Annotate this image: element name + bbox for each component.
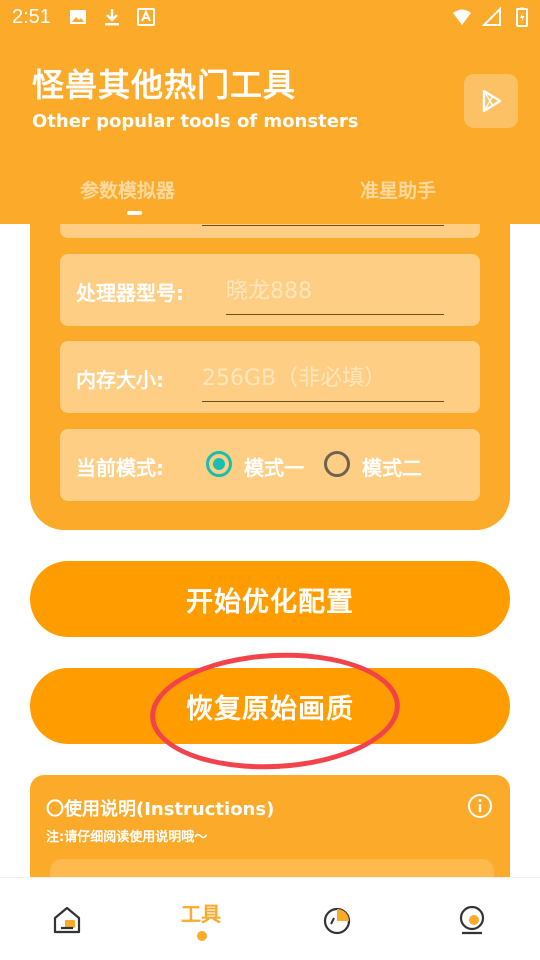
- image-notification-icon: [70, 10, 86, 24]
- bottom-nav: 工具: [0, 877, 540, 960]
- restore-quality-button[interactable]: 恢复原始画质: [30, 668, 510, 744]
- status-time: 2:51: [12, 6, 51, 28]
- mode-one-radio[interactable]: [206, 451, 232, 477]
- nav-active-dot: [197, 931, 207, 941]
- profile-icon[interactable]: [456, 904, 488, 936]
- memory-input[interactable]: 256GB（非必填）: [202, 361, 444, 402]
- field-underline: [202, 225, 444, 226]
- tab-parameter-simulator[interactable]: 参数模拟器: [80, 176, 175, 203]
- status-icons-left: [68, 7, 156, 27]
- tab-indicator: [127, 211, 142, 215]
- memory-field-row: 内存大小: 256GB（非必填）: [60, 341, 480, 413]
- processor-input[interactable]: 晓龙888: [226, 274, 444, 315]
- mode-one-label[interactable]: 模式一: [244, 452, 304, 481]
- signal-icon: [482, 7, 501, 26]
- mode-field-row: 当前模式: 模式一 模式二: [60, 429, 480, 501]
- instructions-note: 注:请仔细阅读使用说明哦～: [46, 830, 208, 845]
- info-icon[interactable]: [467, 793, 493, 819]
- processor-label: 处理器型号:: [76, 281, 184, 305]
- play-store-button[interactable]: [464, 74, 518, 128]
- wifi-icon: [453, 9, 471, 25]
- chart-icon[interactable]: [321, 904, 353, 936]
- nav-tools-label[interactable]: 工具: [181, 898, 221, 927]
- start-optimize-button[interactable]: 开始优化配置: [30, 561, 510, 637]
- page-title: 怪兽其他热门工具: [32, 66, 297, 104]
- battery-icon: [516, 7, 528, 27]
- memory-label: 内存大小:: [76, 368, 164, 392]
- mode-label: 当前模式:: [76, 456, 164, 480]
- status-bar: 2:51: [0, 0, 540, 36]
- instructions-title: 〇使用说明(Instructions): [46, 799, 275, 820]
- screen: 处理器型号: 晓龙888 内存大小: 256GB（非必填） 当前模式: 模式一 …: [0, 0, 540, 960]
- header: 2:51 怪兽其他热门工具 Other popular tools of mon…: [0, 0, 540, 224]
- mode-two-label[interactable]: 模式二: [362, 452, 422, 481]
- mode-two-radio[interactable]: [324, 451, 350, 477]
- download-icon: [105, 9, 119, 26]
- play-store-icon: [482, 89, 502, 113]
- font-notification-icon: [137, 8, 155, 26]
- status-icons-right: [452, 7, 532, 27]
- tab-crosshair-assistant[interactable]: 准星助手: [360, 176, 436, 203]
- processor-field-row: 处理器型号: 晓龙888: [60, 254, 480, 326]
- home-icon[interactable]: [51, 904, 83, 936]
- page-subtitle: Other popular tools of monsters: [32, 111, 359, 132]
